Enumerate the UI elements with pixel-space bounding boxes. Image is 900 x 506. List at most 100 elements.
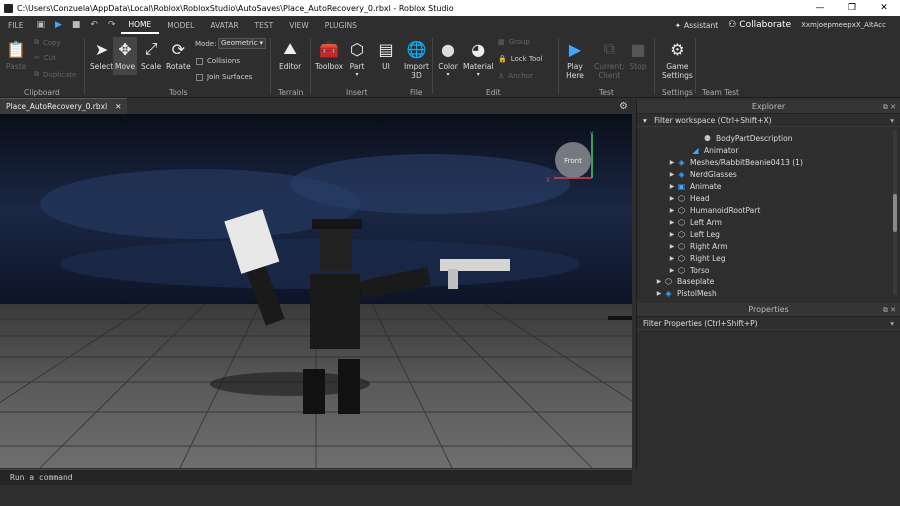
maximize-button[interactable]: ❐ xyxy=(836,0,868,16)
assistant-label: Assistant xyxy=(684,20,719,30)
tab-place-autorecovery[interactable]: Place_AutoRecovery_0.rbxl ✕ xyxy=(0,98,128,114)
minimize-button[interactable]: — xyxy=(804,0,836,16)
mode-label: Mode: xyxy=(195,40,217,48)
explorer-item[interactable]: ▶ ⬡ Left Leg xyxy=(667,228,720,240)
import-3d-button[interactable]: 🌐 Import 3D xyxy=(404,39,429,81)
explorer-item[interactable]: ▶ ◈ Meshes/RabbitBeanie0413 (1) xyxy=(667,156,803,168)
stop-label: Stop xyxy=(629,62,647,71)
explorer-item[interactable]: ▶ ⬡ HumanoidRootPart xyxy=(667,204,761,216)
tab-test[interactable]: TEST xyxy=(247,21,282,30)
material-button[interactable]: ◕ Material ▾ xyxy=(463,39,493,79)
game-settings-button[interactable]: ⚙ Game Settings xyxy=(662,39,693,81)
mode-dropdown[interactable]: Geometric ▾ xyxy=(218,38,266,49)
expand-arrow-icon[interactable]: ▶ xyxy=(667,267,677,274)
expand-arrow-icon[interactable]: ▶ xyxy=(667,231,677,238)
chevron-down-icon[interactable]: ▾ xyxy=(890,114,894,127)
ribbon-toolbar: 📋 Paste ⧉ Copy ✂ Cut ⧉ Duplicate Clipboard … xyxy=(0,34,900,98)
terrain-editor-button[interactable]: ⛰ Editor xyxy=(279,39,301,71)
copy-icon: ⧉ xyxy=(34,38,39,46)
part-icon: ⬡ xyxy=(678,193,685,203)
explorer-item[interactable]: ▶ ⬡ Right Leg xyxy=(667,252,726,264)
rotate-icon: ⟳ xyxy=(171,39,185,59)
explorer-item[interactable]: ⚉ BodyPartDescription xyxy=(693,132,793,144)
copy-button[interactable]: ⧉ Copy xyxy=(34,38,61,47)
scale-button[interactable]: ⤢ Scale xyxy=(141,39,161,71)
collapse-icon[interactable]: ▾ xyxy=(643,116,647,125)
save-icon[interactable]: ▣ xyxy=(31,20,50,30)
play-here-button[interactable]: ▶ Play Here xyxy=(565,39,585,81)
user-account[interactable]: XxmjoepmeepxX_AltAcc xyxy=(801,21,886,29)
expand-arrow-icon[interactable]: ▶ xyxy=(654,290,664,297)
properties-filter-input[interactable]: Filter Properties (Ctrl+Shift+P) ▾ xyxy=(637,317,900,330)
explorer-item[interactable]: ▶ ⬡ Left Arm xyxy=(667,216,722,228)
command-bar-placeholder: Run a command xyxy=(10,473,73,482)
cut-button[interactable]: ✂ Cut xyxy=(34,54,56,62)
color-button[interactable]: ● Color ▾ xyxy=(438,39,458,79)
move-button[interactable]: ✥ Move xyxy=(115,39,135,72)
move-arrows-icon: ✥ xyxy=(118,39,132,59)
group-label-tools: Tools xyxy=(169,88,188,97)
tab-avatar[interactable]: AVATAR xyxy=(202,21,246,30)
command-bar[interactable]: Run a command xyxy=(0,469,632,485)
collisions-checkbox[interactable] xyxy=(196,57,203,65)
expand-arrow-icon[interactable]: ▶ xyxy=(667,183,677,190)
collaborate-button[interactable]: ⚇ Collaborate xyxy=(728,20,791,30)
select-button[interactable]: ➤ Select xyxy=(90,39,113,72)
expand-arrow-icon[interactable]: ▶ xyxy=(667,243,677,250)
ui-button[interactable]: ▤ UI xyxy=(376,39,396,72)
viewport-settings-icon[interactable]: ⚙ xyxy=(619,101,632,112)
expand-arrow-icon[interactable]: ▶ xyxy=(667,171,677,178)
group-label-insert: Insert xyxy=(346,88,368,97)
group-button[interactable]: ▦ Group xyxy=(498,38,530,46)
anchor-button[interactable]: ⚓ Anchor xyxy=(498,72,533,80)
redo-icon[interactable]: ↷ xyxy=(103,20,121,30)
chevron-down-icon: ▾ xyxy=(355,71,359,78)
join-surfaces-checkbox[interactable] xyxy=(196,73,203,81)
rotate-button[interactable]: ⟳ Rotate xyxy=(166,39,191,72)
tab-home[interactable]: HOME xyxy=(120,16,160,34)
chevron-down-icon[interactable]: ▾ xyxy=(890,317,894,330)
collisions-toggle[interactable]: Collisions xyxy=(196,57,240,65)
paste-button[interactable]: 📋 Paste xyxy=(6,39,26,72)
expand-arrow-icon[interactable]: ▶ xyxy=(667,195,677,202)
explorer-item[interactable]: ▶ ◈ PistolMesh xyxy=(654,287,717,299)
close-tab-icon[interactable]: ✕ xyxy=(115,102,121,111)
expand-arrow-icon[interactable]: ▶ xyxy=(667,207,677,214)
explorer-item-label: BodyPartDescription xyxy=(716,133,793,143)
expand-arrow-icon[interactable]: ▶ xyxy=(667,255,677,262)
close-window-button[interactable]: ✕ xyxy=(868,0,900,16)
properties-title: Properties xyxy=(748,305,789,314)
lock-tool-button[interactable]: 🔒 Lock Tool xyxy=(498,55,543,63)
part-button[interactable]: ⬡ Part ▾ xyxy=(347,39,367,79)
stop-button[interactable]: ■ Stop xyxy=(628,39,648,72)
explorer-item[interactable]: ◢ Animator xyxy=(681,144,738,156)
stop-quick-icon[interactable]: ■ xyxy=(67,20,86,30)
explorer-scrollbar-thumb[interactable] xyxy=(893,194,897,232)
head xyxy=(320,229,352,271)
part-icon: ⬡ xyxy=(678,241,685,251)
tab-view[interactable]: VIEW xyxy=(281,21,317,30)
join-surfaces-toggle[interactable]: Join Surfaces xyxy=(196,73,252,81)
duplicate-button[interactable]: ⧉ Duplicate xyxy=(34,70,76,79)
undo-icon[interactable]: ↶ xyxy=(85,20,103,30)
explorer-filter-input[interactable]: ▾ Filter workspace (Ctrl+Shift+X) ▾ xyxy=(637,114,900,127)
explorer-item[interactable]: ▶ ⬡ Right Arm xyxy=(667,240,728,252)
expand-arrow-icon[interactable]: ▶ xyxy=(654,278,664,285)
file-menu[interactable]: FILE xyxy=(0,21,31,30)
assistant-button[interactable]: ✦ Assistant xyxy=(675,21,718,30)
tab-plugins[interactable]: PLUGINS xyxy=(317,21,365,30)
toolbox-button[interactable]: 🧰 Toolbox xyxy=(315,39,343,72)
tab-model[interactable]: MODEL xyxy=(159,21,202,30)
play-quick-icon[interactable]: ▶ xyxy=(50,20,67,30)
expand-arrow-icon[interactable]: ▶ xyxy=(667,219,677,226)
panel-controls[interactable]: ⧉ ✕ xyxy=(883,100,896,114)
panel-controls[interactable]: ⧉ ✕ xyxy=(883,303,896,317)
3d-viewport[interactable]: Front X Y xyxy=(0,114,632,468)
explorer-item[interactable]: ▶ ▣ Animate xyxy=(667,180,722,192)
ui-label: UI xyxy=(382,62,390,71)
explorer-item[interactable]: ▶ ⬡ Baseplate xyxy=(654,275,715,287)
expand-arrow-icon[interactable]: ▶ xyxy=(667,159,677,166)
explorer-item[interactable]: ▶ ◈ NerdGlasses xyxy=(667,168,737,180)
explorer-item[interactable]: ▶ ⬡ Head xyxy=(667,192,710,204)
current-client-button[interactable]: ⧉ Current: Client xyxy=(594,39,625,80)
